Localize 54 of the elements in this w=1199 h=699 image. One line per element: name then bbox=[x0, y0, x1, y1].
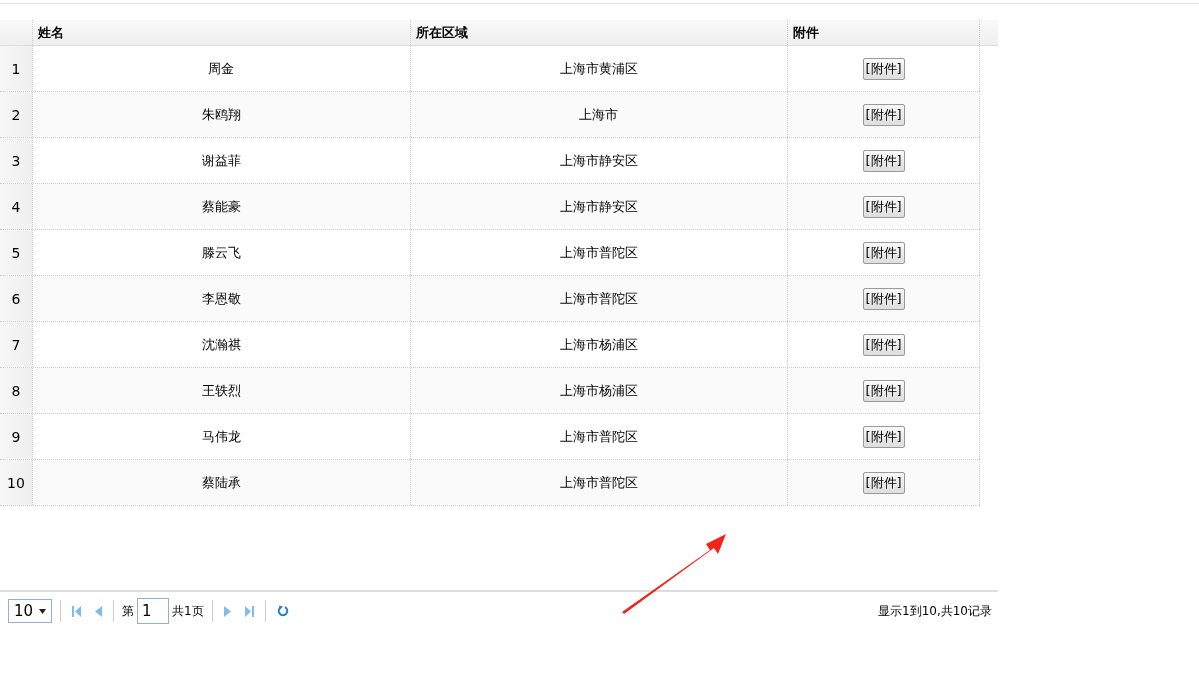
table-cell: 上海市普陀区 bbox=[410, 276, 789, 321]
row-number: 8 bbox=[0, 368, 33, 413]
table-cell: 上海市杨浦区 bbox=[410, 368, 789, 413]
row-number: 1 bbox=[0, 46, 33, 91]
table-cell: 上海市普陀区 bbox=[410, 460, 789, 505]
column-header: 姓名 bbox=[32, 20, 411, 45]
attachment-button[interactable]: [附件] bbox=[862, 287, 905, 310]
attachment-button[interactable]: [附件] bbox=[862, 471, 905, 494]
table-cell: 李恩敬 bbox=[32, 276, 411, 321]
row-number: 4 bbox=[0, 184, 33, 229]
next-page-icon[interactable] bbox=[223, 605, 231, 617]
column-header: 所在区域 bbox=[410, 20, 789, 45]
row-number: 6 bbox=[0, 276, 33, 321]
page-input[interactable]: 1 bbox=[137, 598, 169, 624]
first-page-icon[interactable] bbox=[72, 605, 81, 617]
attachment-button[interactable]: [附件] bbox=[862, 241, 905, 264]
table-cell: 上海市静安区 bbox=[410, 138, 789, 183]
record-summary: 显示1到10,共10记录 bbox=[878, 602, 992, 620]
attachment-button[interactable]: [附件] bbox=[862, 195, 905, 218]
attachment-button[interactable]: [附件] bbox=[862, 333, 905, 356]
row-number: 2 bbox=[0, 92, 33, 137]
previous-page-icon[interactable] bbox=[95, 605, 102, 617]
attachment-button[interactable]: [附件] bbox=[862, 57, 905, 80]
table-cell: 上海市普陀区 bbox=[410, 414, 789, 459]
table-cell: 沈瀚祺 bbox=[32, 322, 411, 367]
attachment-button[interactable]: [附件] bbox=[862, 103, 905, 126]
table-cell: 蔡能豪 bbox=[32, 184, 411, 229]
page-label: 第 bbox=[122, 602, 134, 620]
row-number: 9 bbox=[0, 414, 33, 459]
row-number: 10 bbox=[0, 460, 33, 505]
column-header: 附件 bbox=[788, 20, 981, 45]
table-cell: 上海市黄浦区 bbox=[410, 46, 789, 91]
page-size-select[interactable]: 10 bbox=[8, 599, 52, 623]
table-cell: 周金 bbox=[32, 46, 411, 91]
attachment-button[interactable]: [附件] bbox=[862, 149, 905, 172]
table-cell: 谢益菲 bbox=[32, 138, 411, 183]
refresh-icon[interactable] bbox=[276, 605, 289, 617]
table-cell: 上海市静安区 bbox=[410, 184, 789, 229]
row-number: 7 bbox=[0, 322, 33, 367]
table-cell: 王轶烈 bbox=[32, 368, 411, 413]
last-page-icon[interactable] bbox=[244, 605, 254, 617]
attachment-button[interactable]: [附件] bbox=[862, 425, 905, 448]
table-cell: 蔡陆承 bbox=[32, 460, 411, 505]
table-cell: 上海市 bbox=[410, 92, 789, 137]
row-number: 3 bbox=[0, 138, 33, 183]
table-cell: 马伟龙 bbox=[32, 414, 411, 459]
total-pages: 共1页 bbox=[172, 602, 204, 620]
attachment-button[interactable]: [附件] bbox=[862, 379, 905, 402]
caret-icon bbox=[39, 608, 46, 614]
table-cell: 朱鸥翔 bbox=[32, 92, 411, 137]
row-number: 5 bbox=[0, 230, 33, 275]
table-cell: 上海市杨浦区 bbox=[410, 322, 789, 367]
table-cell: 滕云飞 bbox=[32, 230, 411, 275]
table-cell: 上海市普陀区 bbox=[410, 230, 789, 275]
